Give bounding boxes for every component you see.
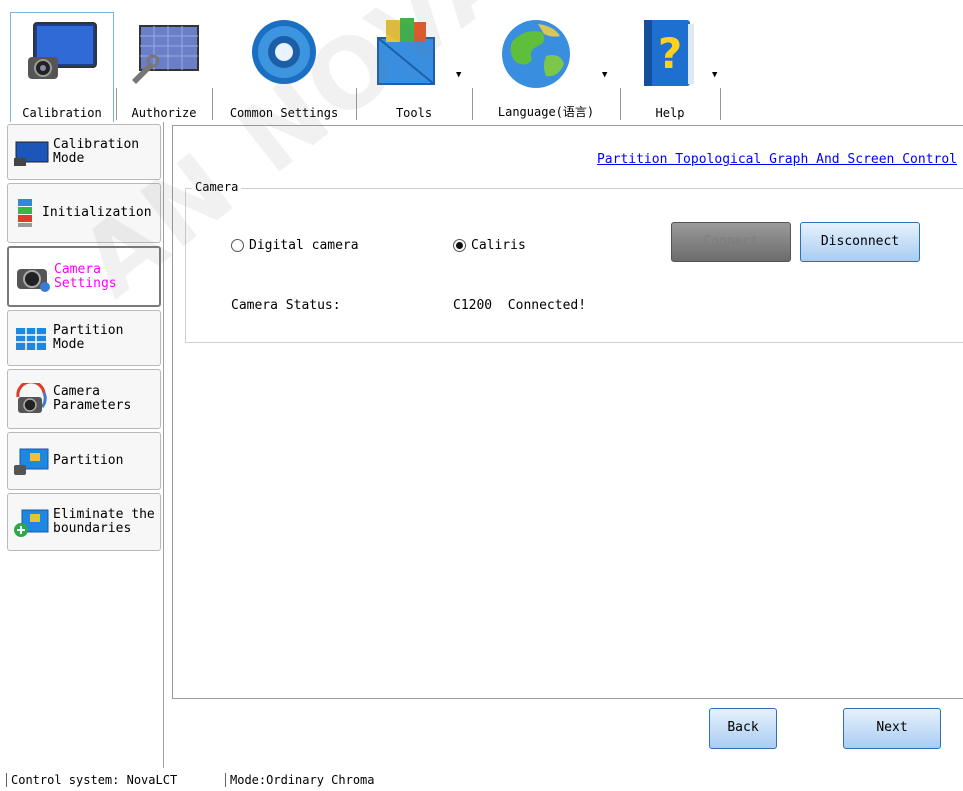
wizard-sidebar: Calibration Mode Initialization Camera S… <box>0 122 164 768</box>
sidebar-item-calibration-mode[interactable]: Calibration Mode <box>7 124 161 180</box>
toolbar-separator <box>356 88 357 120</box>
toolbar-separator <box>620 88 621 120</box>
toolbar-language-button[interactable]: ▼ Language(语言) <box>476 12 616 122</box>
screen-wrench-icon <box>132 25 199 84</box>
toolbar-tools-button[interactable]: ▼ Tools <box>360 12 468 122</box>
sidebar-item-label: Partition <box>53 453 124 468</box>
camera-groupbox: Camera Digital camera Caliris Connect Di… <box>185 180 963 343</box>
radio-dot[interactable] <box>453 239 466 252</box>
main-toolbar: Calibration Authorize Common Settings ▼ … <box>0 0 963 122</box>
chevron-down-icon[interactable]: ▼ <box>456 70 461 80</box>
globe-icon <box>502 20 570 88</box>
sidebar-item-label: Camera Settings <box>54 261 117 291</box>
toolbar-common-settings-label: Common Settings <box>229 106 339 120</box>
wizard-navigation: Back Next <box>172 699 963 768</box>
camera-status-value: C1200 Connected! <box>453 298 587 313</box>
sidebar-item-label: Partition Mode <box>53 323 124 352</box>
caliris-radio[interactable]: Caliris <box>453 238 526 253</box>
radio-dot[interactable] <box>231 239 244 252</box>
connect-button[interactable]: Connect <box>671 222 791 262</box>
toolbar-common-settings-button[interactable]: Common Settings <box>214 12 354 122</box>
chevron-down-icon[interactable]: ▼ <box>602 70 607 80</box>
toolbar-separator <box>212 88 213 120</box>
toolbar-help-button[interactable]: ? ▼ Help <box>622 12 718 122</box>
caliris-label: Caliris <box>471 238 526 253</box>
topology-graph-link[interactable]: Partition Topological Graph And Screen C… <box>597 152 957 167</box>
eliminate-boundaries-icon <box>14 509 49 537</box>
toolbar-authorize-button[interactable]: Authorize <box>118 12 210 122</box>
toolbar-authorize-label: Authorize <box>131 106 197 120</box>
disconnect-button[interactable]: Disconnect <box>800 222 920 262</box>
digital-camera-radio[interactable]: Digital camera <box>231 238 359 253</box>
camera-settings-icon <box>17 268 50 292</box>
sidebar-item-initialization[interactable]: Initialization <box>7 183 161 243</box>
sidebar-item-label: Calibration Mode <box>53 137 140 166</box>
toolbar-calibration-button[interactable]: Calibration <box>10 12 114 122</box>
camera-parameters-icon <box>16 383 47 413</box>
sidebar-item-eliminate-boundaries[interactable]: Eliminate the boundaries <box>7 493 161 551</box>
sidebar-item-partition-mode[interactable]: Partition Mode <box>7 310 161 366</box>
control-system-status: Control system: NovaLCT <box>6 773 177 787</box>
toolbar-tools-label: Tools <box>395 106 433 120</box>
sidebar-item-camera-settings[interactable]: Camera Settings <box>7 246 161 307</box>
gear-icon <box>252 20 316 84</box>
toolbar-calibration-label: Calibration <box>22 106 102 120</box>
svg-text:?: ? <box>658 29 682 78</box>
back-button[interactable]: Back <box>709 708 777 749</box>
toolbar-help-label: Help <box>655 106 685 120</box>
partition-icon <box>14 448 49 475</box>
camera-group-title: Camera <box>192 180 242 194</box>
sidebar-item-partition[interactable]: Partition <box>7 432 161 490</box>
chevron-down-icon[interactable]: ▼ <box>712 70 717 80</box>
partition-mode-icon <box>16 328 46 350</box>
monitor-camera-icon <box>28 22 97 79</box>
sidebar-item-label: Camera Parameters <box>53 384 132 413</box>
sidebar-item-label: Initialization <box>42 205 152 220</box>
camera-settings-panel: Partition Topological Graph And Screen C… <box>172 125 963 699</box>
camera-status-label: Camera Status: <box>231 298 341 313</box>
initialization-icon <box>18 199 32 227</box>
toolbar-separator <box>116 88 117 120</box>
toolbar-separator <box>472 88 473 120</box>
help-book-icon: ? <box>644 20 694 86</box>
status-bar: Control system: NovaLCT Mode:Ordinary Ch… <box>0 768 963 791</box>
sidebar-item-label: Eliminate the boundaries <box>53 507 155 536</box>
sidebar-item-camera-parameters[interactable]: Camera Parameters <box>7 369 161 429</box>
calibration-mode-icon <box>14 141 49 166</box>
next-button[interactable]: Next <box>843 708 941 749</box>
digital-camera-label: Digital camera <box>249 238 359 253</box>
toolbar-language-label: Language(语言) <box>497 105 595 119</box>
toolbar-separator <box>720 88 721 120</box>
mode-status: Mode:Ordinary Chroma <box>225 773 375 787</box>
toolbox-icon <box>377 18 435 85</box>
